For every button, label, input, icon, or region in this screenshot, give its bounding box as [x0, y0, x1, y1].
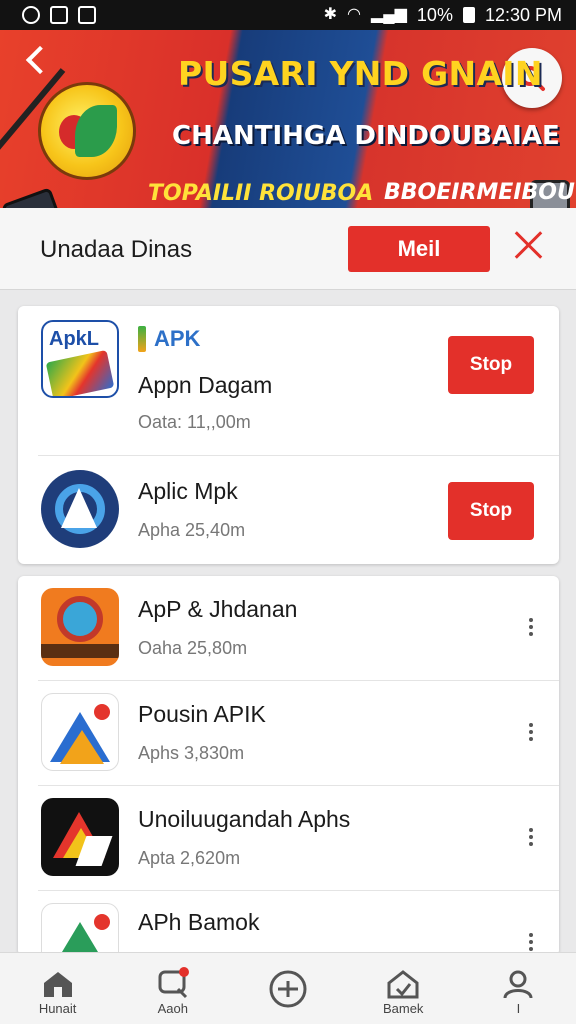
list-item[interactable]: Pousin APIK Aphs 3,830m — [18, 681, 559, 786]
nav-label: Hunait — [38, 1001, 77, 1016]
notification-icon — [22, 6, 40, 24]
house-outline-icon — [387, 970, 419, 999]
list-item[interactable]: ApkL APK Appn Dagam Oata: 11,,00m Stop — [18, 306, 559, 456]
app-meta: Oaha 25,80m — [138, 638, 248, 658]
app-name: Pousin APIK — [138, 701, 266, 727]
nav-add[interactable] — [230, 953, 345, 1024]
message-icon — [50, 6, 68, 24]
page-title: Unadaa Dinas — [40, 236, 193, 263]
more-options-icon[interactable] — [528, 723, 534, 741]
battery-icon — [462, 7, 475, 23]
list-item[interactable]: ApP & Jhdanan Oaha 25,80m — [18, 576, 559, 681]
nav-label: Aaoh — [157, 1001, 188, 1016]
app-meta: Apha 25,40m — [138, 520, 246, 540]
nav-profile[interactable]: I — [461, 953, 576, 1024]
wifi-icon: ◠ — [347, 6, 361, 23]
banner-device-graphic — [1, 187, 63, 208]
banner-tag-left: TOPAILII ROIUBOA — [148, 181, 374, 206]
more-options-icon[interactable] — [528, 933, 534, 951]
nav-search[interactable]: Aaoh — [115, 953, 230, 1024]
active-apps-card: ApkL APK Appn Dagam Oata: 11,,00m Stop A… — [18, 306, 559, 564]
app-meta: Aphs 3,830m — [138, 743, 245, 763]
app-icon-art — [45, 349, 115, 396]
battery-percent: 10% — [416, 4, 453, 25]
app-icon — [41, 470, 119, 548]
status-left-icons — [22, 6, 96, 24]
app-icon — [41, 903, 119, 956]
more-options-icon[interactable] — [528, 828, 534, 846]
banner-title-line2: CHANTIHGA DINDOUBAIAE — [172, 121, 560, 151]
list-item[interactable]: Unoiluugandah Aphs Apta 2,620m — [18, 786, 559, 891]
apk-tag-label: APK — [154, 326, 201, 351]
home-icon — [43, 972, 72, 997]
status-right-icons: ✱ ◠ ▂▄▆ 10% 12:30 PM — [324, 5, 562, 26]
nav-home[interactable]: Hunait — [0, 953, 115, 1024]
app-name: Appn Dagam — [138, 372, 273, 398]
signal-icon: ▂▄▆ — [370, 6, 407, 23]
apps-list-card: ApP & Jhdanan Oaha 25,80m Pousin APIK Ap… — [18, 576, 559, 956]
app-icon: ApkL — [41, 320, 119, 398]
promo-banner[interactable]: PUSARI YND GNAIN CHANTIHGA DINDOUBAIAE T… — [0, 30, 576, 208]
app-name: Unoiluugandah Aphs — [138, 806, 351, 832]
more-options-icon[interactable] — [528, 618, 534, 636]
app-icon — [41, 693, 119, 771]
banner-tag-right: BBOEIRMEIBOU — [384, 180, 575, 205]
bottom-nav: Hunait Aaoh Bamek I — [0, 952, 576, 1024]
banner-emblem-icon — [38, 82, 136, 180]
apk-tag-icon — [138, 326, 146, 352]
list-item[interactable]: APh Bamok — [18, 891, 559, 956]
app-icon-label: ApkL — [49, 328, 99, 350]
app-meta: Apta 2,620m — [138, 848, 241, 868]
back-arrow-icon[interactable] — [25, 45, 55, 75]
bluetooth-icon: ✱ — [323, 6, 337, 23]
app-icon — [41, 588, 119, 666]
profile-icon — [503, 970, 533, 999]
nav-label: I — [516, 1001, 521, 1016]
close-icon[interactable] — [514, 230, 544, 260]
apk-tag: APK — [138, 326, 200, 352]
status-time: 12:30 PM — [484, 4, 562, 25]
app-meta: Oata: 11,,00m — [138, 412, 251, 432]
app-icon — [41, 798, 119, 876]
stop-button[interactable]: Stop — [448, 336, 534, 394]
app-name: APh Bamok — [138, 909, 260, 935]
gallery-icon — [78, 6, 96, 24]
nav-saved[interactable]: Bamek — [346, 953, 461, 1024]
list-item[interactable]: Aplic Mpk Apha 25,40m Stop — [18, 456, 559, 564]
section-header: Unadaa Dinas Meil — [0, 208, 576, 290]
app-name: ApP & Jhdanan — [138, 596, 298, 622]
app-name: Aplic Mpk — [138, 478, 238, 504]
main-button[interactable]: Meil — [348, 226, 490, 272]
add-circle-icon — [269, 970, 307, 1008]
stop-button[interactable]: Stop — [448, 482, 534, 540]
banner-title-line1: PUSARI YND GNAIN — [178, 54, 543, 93]
nav-label: Bamek — [382, 1001, 424, 1016]
status-bar: ✱ ◠ ▂▄▆ 10% 12:30 PM — [0, 0, 576, 30]
